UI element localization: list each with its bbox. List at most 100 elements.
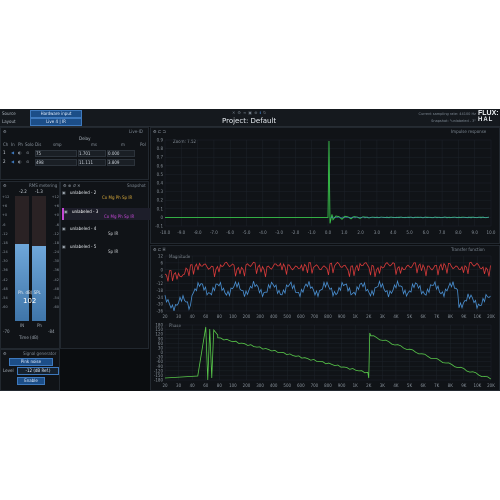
x-tick-label: 800 xyxy=(324,383,332,388)
x-tick-label: -4.0 xyxy=(259,230,267,235)
x-tick-label: 80 xyxy=(217,314,223,319)
snapshot-item[interactable]: ▣ unlabeled - 2 Co Mg Ph Sp IR xyxy=(62,190,148,200)
x-tick-label: 900 xyxy=(338,314,346,319)
camera-icon: ▣ xyxy=(62,244,66,249)
meter-scale-end-left: -70 xyxy=(3,329,10,334)
x-tick-label: 300 xyxy=(256,383,264,388)
y-tick-label: 0 xyxy=(160,267,163,272)
settings-icon[interactable]: ⚙ xyxy=(3,129,7,134)
snapshot-flags: Co Mg Ph Sp IR xyxy=(104,214,135,219)
settings-icon[interactable]: ⚙ ⊕ ↺ ✕ xyxy=(63,183,80,188)
x-tick-label: 80 xyxy=(217,383,223,388)
delay-row[interactable]: 1 ◀ ◐ ⊙ 75 1.701 0.000 xyxy=(3,150,148,157)
snapshot-item[interactable]: ▣ unlabeled - 5 Sp IR xyxy=(62,244,148,254)
settings-icon[interactable]: ⚙ ⊏ ⊐ xyxy=(153,129,166,134)
x-tick-label: 0.0 xyxy=(325,230,332,235)
x-tick-label: 400 xyxy=(270,314,278,319)
solo-icon[interactable]: ⊙ xyxy=(26,150,29,155)
y-tick-label: 0.8 xyxy=(157,146,164,151)
impulse-plot[interactable]: 0.9 0.8 0.7 0.6 0.5 0.4 0.3 0.2 0.1 0 -0.1-10.0 -9.… xyxy=(151,136,500,244)
x-tick-label: 6.0 xyxy=(423,230,430,235)
siggen-title: Signal generator xyxy=(23,351,57,356)
meter-scale-tick: -18 xyxy=(2,240,8,245)
meter-scale-tick: -24 xyxy=(53,250,59,254)
col-ch: Ch xyxy=(3,142,9,147)
settings-icon[interactable]: ⚙ xyxy=(3,183,7,188)
magnitude-plot[interactable]: 1260-6-12-18-24-30-3620 30 40 60 80 100 200 300… xyxy=(151,253,500,323)
meter-scale-tick: +0 xyxy=(53,213,59,218)
delay-ms-field[interactable]: 11.111 xyxy=(78,159,106,166)
delay-smp-field[interactable]: 75 xyxy=(35,150,77,157)
x-tick-label: -6.0 xyxy=(226,230,234,235)
y-tick-label: 0.7 xyxy=(157,155,164,160)
y-tick-label: -12 xyxy=(156,281,163,286)
solo-icon[interactable]: ⊙ xyxy=(26,159,29,164)
snapshot-item-selected[interactable]: ▣ unlabeled - 3 Co Mg Ph Sp IR xyxy=(62,208,150,220)
snapshot-title: Snapshot xyxy=(127,183,146,188)
x-tick-label: 5K xyxy=(407,383,413,388)
x-tick-label: 10K xyxy=(474,314,482,319)
x-tick-label: 600 xyxy=(297,314,305,319)
phase-plot[interactable]: 1801501209060300-30-60-90-120-150-18020 3… xyxy=(151,322,500,391)
transfer-title: Transfer function xyxy=(451,247,485,252)
meter-peak-right: -1.3 xyxy=(35,189,43,194)
siggen-level-field[interactable]: -12 (dB Ref.) xyxy=(17,367,59,375)
refresh-icon[interactable]: ↻ xyxy=(263,110,268,115)
x-tick-label: 20K xyxy=(487,314,495,319)
delay-m-field[interactable]: 3.809 xyxy=(107,159,135,166)
x-tick-label: 400 xyxy=(270,383,278,388)
col-m: m xyxy=(121,142,125,147)
spl-label: Ph. dB( SPL xyxy=(18,290,41,295)
sampling-rate: Current sampling rate: 44100 Hz xyxy=(418,112,476,116)
row-channel: 1 xyxy=(3,150,6,155)
col-solo: Solo xyxy=(25,142,34,147)
source-select[interactable]: Hardware input xyxy=(30,110,82,118)
phase-icon[interactable]: ◐ xyxy=(18,150,22,155)
x-tick-label: 9K xyxy=(461,314,467,319)
meter-scale-end-right: -84 xyxy=(48,329,55,334)
time-label: Time (dB) xyxy=(19,335,39,340)
x-tick-label: 7K xyxy=(434,314,440,319)
x-tick-label: 100 xyxy=(229,314,237,319)
meter-fill-left xyxy=(15,243,29,321)
phase-icon[interactable]: ◐ xyxy=(18,159,22,164)
top-bar: Source Hardware input Layout Live 4 | IR… xyxy=(0,109,500,127)
delay-m-field[interactable]: 0.000 xyxy=(107,150,135,157)
x-tick-label: 200 xyxy=(243,383,251,388)
x-tick-label: 2.0 xyxy=(357,230,364,235)
snapshot-flags: Co Mg Ph Sp IR xyxy=(102,195,133,200)
settings-icon[interactable]: ⚙ xyxy=(3,351,7,356)
layout-select[interactable]: Live 4 | IR xyxy=(30,118,82,126)
delay-ms-field[interactable]: 1.701 xyxy=(78,150,106,157)
speaker-icon[interactable]: ◀ xyxy=(11,150,14,155)
x-tick-label: 1K xyxy=(353,314,359,319)
snapshot-name: unlabeled - 3 xyxy=(72,209,99,214)
x-tick-label: 5.0 xyxy=(406,230,413,235)
delay-row[interactable]: 2 ◀ ◐ ⊙ 498 11.111 3.809 xyxy=(3,159,148,166)
meter-scale-tick: +6 xyxy=(2,204,8,209)
x-tick-label: 500 xyxy=(283,314,291,319)
snapshot-item[interactable]: ▣ unlabeled - 4 Sp IR xyxy=(62,226,148,236)
x-tick-label: 800 xyxy=(324,314,332,319)
speaker-icon[interactable]: ◀ xyxy=(11,159,14,164)
row-channel: 2 xyxy=(3,159,6,164)
x-tick-label: -2.0 xyxy=(291,230,299,235)
x-tick-label: 40 xyxy=(190,383,196,388)
flux-hal-window: Source Hardware input Layout Live 4 | IR… xyxy=(0,109,500,391)
x-tick-label: 700 xyxy=(311,383,319,388)
delay-smp-field[interactable]: 498 xyxy=(35,159,77,166)
x-tick-label: 20 xyxy=(162,383,168,388)
x-tick-label: -5.0 xyxy=(243,230,251,235)
x-tick-label: 10.0 xyxy=(487,230,496,235)
signal-generator-panel: ⚙ Signal generator Pink noise Level -12 … xyxy=(0,349,60,391)
siggen-enable-button[interactable]: Enable xyxy=(17,377,45,385)
y-tick-label: -180 xyxy=(154,378,164,383)
meter-scale-tick: -36 xyxy=(2,268,8,273)
x-tick-label: 100 xyxy=(229,383,237,388)
meter-scale-tick: -60 xyxy=(2,305,8,309)
delay-title: Delay xyxy=(79,136,91,141)
settings-icon[interactable]: ⚙ ⊏ H xyxy=(153,247,166,252)
siggen-mode-select[interactable]: Pink noise xyxy=(9,358,53,366)
x-tick-label: -3.0 xyxy=(275,230,283,235)
snapshot-flags: Sp IR xyxy=(108,231,119,236)
